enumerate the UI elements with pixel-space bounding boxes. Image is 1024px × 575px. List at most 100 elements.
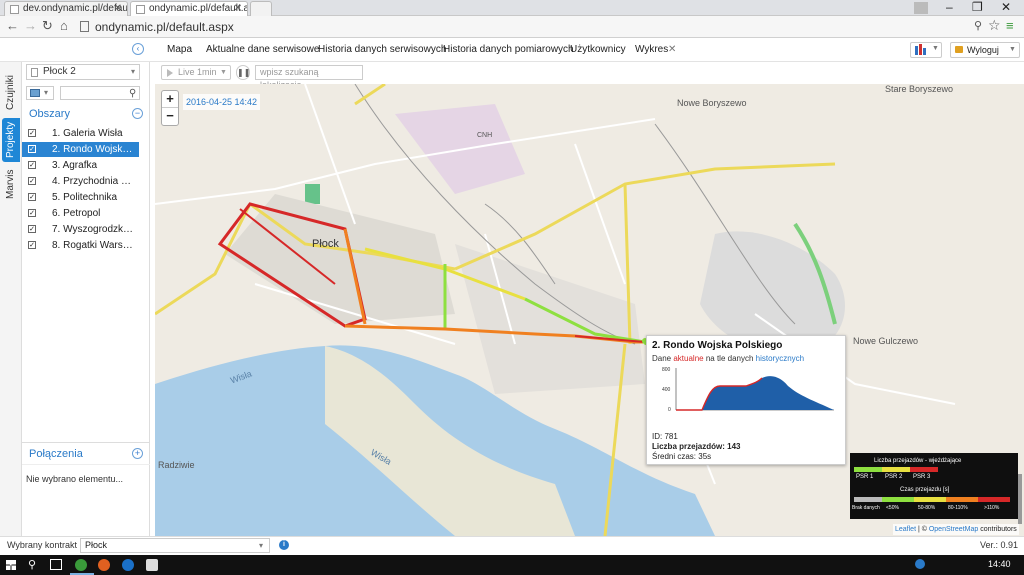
area-item[interactable]: ✓ 5. Politechnika — [22, 190, 139, 205]
menu-item-chart[interactable]: Wykres — [635, 44, 668, 55]
checkbox[interactable]: ✓ — [28, 225, 36, 233]
search-icon[interactable]: ⚲ — [129, 87, 136, 101]
no-selection-text: Nie wybrano elementu... — [26, 474, 124, 484]
close-icon[interactable]: ✕ — [234, 2, 242, 16]
pin-icon[interactable]: ⚲ — [974, 19, 982, 33]
area-item[interactable]: ✓8. Rogatki Warszaw... — [22, 238, 139, 253]
menu-item-mapa[interactable]: Mapa — [167, 44, 192, 55]
checkbox[interactable]: ✓ — [28, 161, 36, 169]
map-scrollbar[interactable] — [1018, 474, 1022, 524]
page-icon — [10, 5, 19, 14]
checkbox[interactable]: ✓ — [28, 209, 36, 217]
menu-item-current-service[interactable]: Aktualne dane serwisowe — [206, 44, 319, 55]
map-label: Nowe Boryszewo — [677, 98, 747, 108]
checkbox[interactable]: ✓ — [28, 177, 36, 185]
close-icon[interactable]: ✕ — [114, 2, 122, 16]
area-item[interactable]: ✓ 7. Wyszogrodzka 40 — [22, 222, 139, 237]
add-connection-icon[interactable]: + — [132, 448, 143, 459]
logout-button[interactable]: Wyloguj ▼ — [950, 42, 1020, 58]
area-item[interactable]: ✓ 4. Przychodnia Gry... — [22, 174, 139, 189]
area-item[interactable]: ✓ 1. Galeria Wisła — [22, 126, 139, 141]
legend-label: PSR 2 — [885, 474, 903, 480]
popup-chart: 800 400 0 — [662, 367, 834, 413]
live-refresh-value: Live 1min — [178, 67, 217, 77]
location-search-input[interactable]: wpisz szukaną lokalizację — [255, 65, 363, 90]
back-icon[interactable]: ← — [6, 19, 19, 33]
attribution-text: | © — [916, 526, 929, 533]
new-tab-button[interactable] — [250, 1, 272, 16]
firefox-icon[interactable] — [98, 559, 110, 571]
legend-label: 50-80% — [918, 505, 936, 511]
pause-button[interactable]: ❚❚ — [236, 65, 250, 80]
contract-select[interactable]: Płock ▾ — [80, 538, 270, 553]
forward-icon[interactable]: → — [24, 19, 37, 33]
area-item-selected[interactable]: ✓ 2. Rondo Wojska P... — [22, 142, 139, 157]
window-close-icon[interactable]: ✕ — [1001, 0, 1011, 14]
map[interactable]: Płock Nowe Boryszewo Stare Boryszewo Now… — [155, 84, 1024, 536]
collapse-sidebar-icon[interactable]: ‹ — [132, 43, 144, 55]
layer-select[interactable]: ▾ — [26, 86, 54, 100]
map-label: Radziwie — [158, 460, 195, 470]
contract-select-value: Płock — [85, 540, 108, 550]
popup-avg: Średni czas: 35s — [652, 452, 712, 461]
page-icon — [31, 68, 38, 77]
checkbox[interactable]: ✓ — [28, 129, 36, 137]
checkbox[interactable]: ✓ — [28, 193, 36, 201]
minimize-icon[interactable]: – — [946, 0, 953, 14]
address-bar[interactable]: ondynamic.pl/default.aspx — [80, 19, 970, 35]
search-icon[interactable]: ⚲ — [28, 558, 36, 571]
star-icon[interactable]: ☆ — [988, 18, 1001, 32]
chart-tick: 400 — [662, 387, 671, 393]
park — [305, 184, 320, 204]
city-select[interactable]: Płock 2 ▾ — [26, 64, 140, 80]
menu-icon[interactable]: ≡ — [1006, 19, 1014, 33]
legend-swatch-orange — [946, 497, 978, 502]
collapse-areas-icon[interactable]: − — [132, 108, 143, 119]
chart-view-dropdown[interactable]: ▼ — [910, 42, 942, 58]
popup-title: 2. Rondo Wojska Polskiego — [652, 340, 783, 351]
checkbox[interactable]: ✓ — [28, 145, 36, 153]
menu-item-service-history[interactable]: Historia danych serwisowych — [318, 44, 446, 55]
area-item[interactable]: ✓ 6. Petropol — [22, 206, 139, 221]
zoom-out-button[interactable]: − — [162, 108, 178, 125]
app-menubar: ‹ Mapa Aktualne dane serwisowe Historia … — [0, 38, 1024, 62]
popup-count: Liczba przejazdów: 143 — [652, 442, 741, 451]
tab-projekty[interactable]: Projekty — [2, 118, 20, 162]
tab-czujniki[interactable]: Czujniki — [2, 70, 20, 114]
checkbox[interactable]: ✓ — [28, 241, 36, 249]
home-icon[interactable]: ⌂ — [60, 19, 68, 33]
browser-tab-dev[interactable]: dev.ondynamic.pl/default... ✕ — [4, 1, 128, 16]
address-text: ondynamic.pl/default.aspx — [95, 20, 234, 34]
area-search-input[interactable]: ⚲ — [60, 86, 140, 100]
zoom-in-button[interactable]: + — [162, 91, 178, 108]
chevron-down-icon: ▾ — [131, 67, 136, 76]
legend-label: PSR 1 — [856, 474, 874, 480]
task-view-icon[interactable] — [50, 559, 62, 570]
close-chart-tab-icon[interactable]: ✕ — [668, 44, 676, 55]
taskbar-clock: 14:40 — [988, 559, 1011, 569]
area-item[interactable]: ✓ 3. Agrafka — [22, 158, 139, 173]
chrome-icon[interactable] — [75, 559, 87, 571]
info-icon[interactable]: i — [279, 540, 289, 550]
live-refresh-select[interactable]: Live 1min ▼ — [161, 65, 231, 80]
leaflet-link[interactable]: Leaflet — [895, 526, 916, 533]
chart-area-historical — [676, 376, 834, 410]
popup-subtitle-hist: historycznych — [755, 354, 805, 363]
ie-icon[interactable] — [122, 559, 134, 571]
windows-start-icon[interactable] — [6, 560, 16, 570]
restore-icon[interactable]: ❐ — [972, 0, 983, 14]
legend-swatch-red — [910, 467, 938, 472]
menu-item-measurement-history[interactable]: Historia danych pomiarowych — [443, 44, 574, 55]
page-icon — [136, 5, 145, 14]
menu-item-users[interactable]: Użytkownicy — [570, 44, 626, 55]
profile-icon[interactable] — [914, 2, 928, 14]
reload-icon[interactable]: ↻ — [42, 19, 53, 33]
zoom-control: + − — [161, 90, 179, 126]
tab-marvis[interactable]: Marvis — [2, 166, 20, 202]
browser-tab-active[interactable]: ondynamic.pl/default.aspx ✕ — [130, 1, 248, 16]
browser-urlbar: ← → ↻ ⌂ ondynamic.pl/default.aspx ⚲ ☆ ≡ — [0, 16, 1024, 38]
app-icon[interactable] — [146, 559, 158, 571]
chart-tick: 0 — [668, 407, 671, 413]
tray-icon[interactable] — [915, 559, 925, 569]
osm-link[interactable]: OpenStreetMap — [929, 526, 978, 533]
